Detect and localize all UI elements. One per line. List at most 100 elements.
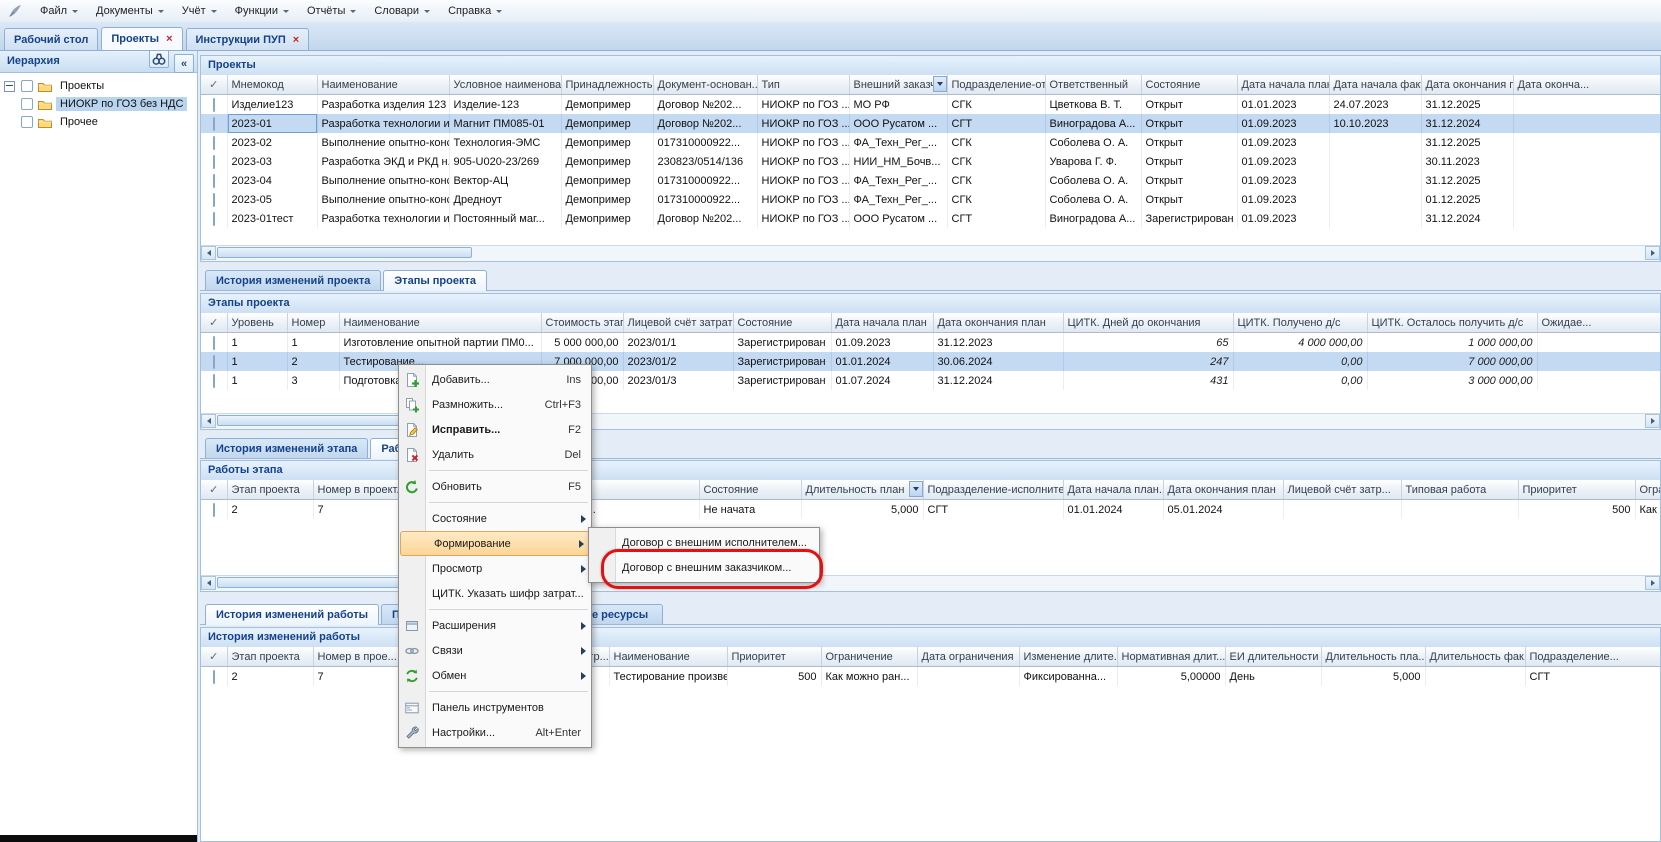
cell[interactable]: 2	[227, 500, 313, 520]
tree-item-0[interactable]: Проекты	[2, 77, 195, 95]
row-checkbox[interactable]	[213, 155, 215, 169]
cell[interactable]: 2023/01/1	[623, 333, 733, 353]
cell[interactable]: 3 000 000,00	[1367, 371, 1537, 390]
cell[interactable]: День	[1225, 667, 1321, 687]
scroll-left-button[interactable]	[201, 576, 216, 590]
table-row[interactable]: 2023-05Выполнение опытно-конс...Дредноут…	[201, 190, 1660, 209]
cell[interactable]: Дредноут	[449, 190, 561, 209]
cell[interactable]: НИОКР по ГОЗ ...	[757, 114, 849, 133]
column-header-0[interactable]: Мнемокод	[227, 75, 317, 95]
column-header-3[interactable]: Стоимость этапа	[541, 313, 623, 333]
column-header-11[interactable]: Длительность пла...	[1321, 647, 1425, 667]
column-header-2[interactable]: Наименование	[339, 313, 541, 333]
column-menu-icon[interactable]	[909, 481, 923, 497]
cell[interactable]: 4 000 000,00	[1233, 333, 1367, 353]
cell[interactable]: Разработка ЭКД и РКД н...	[317, 152, 449, 171]
cell[interactable]: СГК	[947, 133, 1045, 152]
cell[interactable]: 5,00000	[1117, 667, 1225, 687]
cell[interactable]: НИОКР по ГОЗ ...	[757, 190, 849, 209]
cell[interactable]: Вектор-АЦ	[449, 171, 561, 190]
cell[interactable]	[1329, 209, 1421, 228]
cell[interactable]: 017310000922...	[653, 171, 757, 190]
cell[interactable]: ООО Русатом ...	[849, 209, 947, 228]
cell[interactable]: СГТ	[947, 114, 1045, 133]
select-all-header[interactable]: ✓	[201, 313, 227, 333]
cell[interactable]: Договор №202...	[653, 114, 757, 133]
cell[interactable]: 31.12.2024	[1421, 114, 1513, 133]
cell[interactable]: Магнит ПМ085-01	[449, 114, 561, 133]
cell[interactable]: МО РФ	[849, 95, 947, 115]
menubar-item-1[interactable]: Документы	[87, 2, 173, 20]
cell[interactable]: Изделие-123	[449, 95, 561, 115]
cell[interactable]: 2023-01	[227, 114, 317, 133]
cell[interactable]: ООО Русатом ...	[849, 114, 947, 133]
context-menu-item-9[interactable]: Расширения	[399, 613, 591, 638]
menubar-item-5[interactable]: Словари	[365, 2, 439, 20]
cell[interactable]: 01.01.2024	[831, 352, 933, 371]
column-header-1[interactable]: Номер	[287, 313, 339, 333]
cell[interactable]: 01.09.2023	[1237, 171, 1329, 190]
cell[interactable]: Соболева О. А.	[1045, 171, 1141, 190]
cell[interactable]: 017310000922...	[653, 133, 757, 152]
cell[interactable]: Как можно ран...	[1635, 500, 1660, 520]
cell[interactable]: 01.12.2025	[1421, 190, 1513, 209]
column-header-7[interactable]: Дата окончания план	[933, 313, 1063, 333]
cell[interactable]: Виноградова А...	[1045, 209, 1141, 228]
column-header-7[interactable]: Подразделение-от...	[947, 75, 1045, 95]
cell[interactable]	[1513, 152, 1660, 171]
cell[interactable]	[1401, 500, 1518, 520]
cell[interactable]	[1329, 190, 1421, 209]
cell[interactable]: 0,00	[1233, 352, 1367, 371]
cell[interactable]: Открыт	[1141, 95, 1237, 115]
cell[interactable]: 01.09.2023	[1237, 114, 1329, 133]
row-checkbox[interactable]	[213, 212, 215, 226]
cell[interactable]: НИОКР по ГОЗ ...	[757, 133, 849, 152]
cell[interactable]: Изготовление опытной партии ПМ0...	[339, 333, 541, 353]
cell[interactable]	[917, 667, 1019, 687]
column-header-5[interactable]: Тип	[757, 75, 849, 95]
cell[interactable]: СГК	[947, 152, 1045, 171]
cell[interactable]: Демопример	[561, 171, 653, 190]
column-header-7[interactable]: Дата окончания план	[1163, 480, 1283, 500]
cell[interactable]: Зарегистрирован	[1141, 209, 1237, 228]
cell[interactable]: 1	[227, 352, 287, 371]
cell[interactable]	[1329, 133, 1421, 152]
context-menu-item-12[interactable]: Панель инструментов	[399, 695, 591, 720]
column-header-8[interactable]: Лицевой счёт затр...	[1283, 480, 1401, 500]
menubar-item-2[interactable]: Учёт	[173, 2, 226, 20]
column-header-10[interactable]: Дата начала план...	[1237, 75, 1329, 95]
cell[interactable]: 01.01.2024	[1063, 500, 1163, 520]
cell[interactable]: СГК	[947, 171, 1045, 190]
cell[interactable]: Уварова Г. Ф.	[1045, 152, 1141, 171]
scroll-right-button[interactable]	[1645, 576, 1660, 590]
column-header-9[interactable]: Типовая работа	[1401, 480, 1518, 500]
context-menu-item-13[interactable]: Настройки...Alt+Enter	[399, 720, 591, 745]
row-checkbox[interactable]	[213, 336, 215, 350]
cell[interactable]: 30.06.2024	[933, 352, 1063, 371]
column-header-11[interactable]: Ограничение	[1635, 480, 1660, 500]
cell[interactable]: НИОКР по ГОЗ ...	[757, 209, 849, 228]
cell[interactable]: НИОКР по ГОЗ ...	[757, 152, 849, 171]
context-menu-item-4[interactable]: ОбновитьF5	[399, 474, 591, 499]
menubar-item-3[interactable]: Функции	[226, 2, 298, 20]
tab-1[interactable]: Этапы проекта	[383, 270, 487, 291]
cell[interactable]: 431	[1063, 371, 1233, 390]
cell[interactable]: 1	[287, 333, 339, 353]
tree-checkbox[interactable]	[21, 80, 33, 92]
cell[interactable]	[1513, 190, 1660, 209]
cell[interactable]: 247	[1063, 352, 1233, 371]
cell[interactable]	[1329, 171, 1421, 190]
cell[interactable]	[1513, 133, 1660, 152]
menubar-item-4[interactable]: Отчёты	[298, 2, 365, 20]
cell[interactable]: 01.09.2023	[1237, 190, 1329, 209]
cell[interactable]: 10.10.2023	[1329, 114, 1421, 133]
cell[interactable]: Открыт	[1141, 114, 1237, 133]
column-header-4[interactable]: Лицевой счёт затрат	[623, 313, 733, 333]
cell[interactable]: Зарегистрирован	[733, 333, 831, 353]
column-header-6[interactable]: Ограничение	[821, 647, 917, 667]
column-header-13[interactable]: Подразделение...	[1525, 647, 1660, 667]
column-menu-icon[interactable]	[933, 76, 947, 92]
cell[interactable]: СГТ	[947, 209, 1045, 228]
context-submenu-item-0[interactable]: Договор с внешним исполнителем...	[589, 530, 819, 555]
collapse-node-icon[interactable]	[4, 81, 15, 92]
